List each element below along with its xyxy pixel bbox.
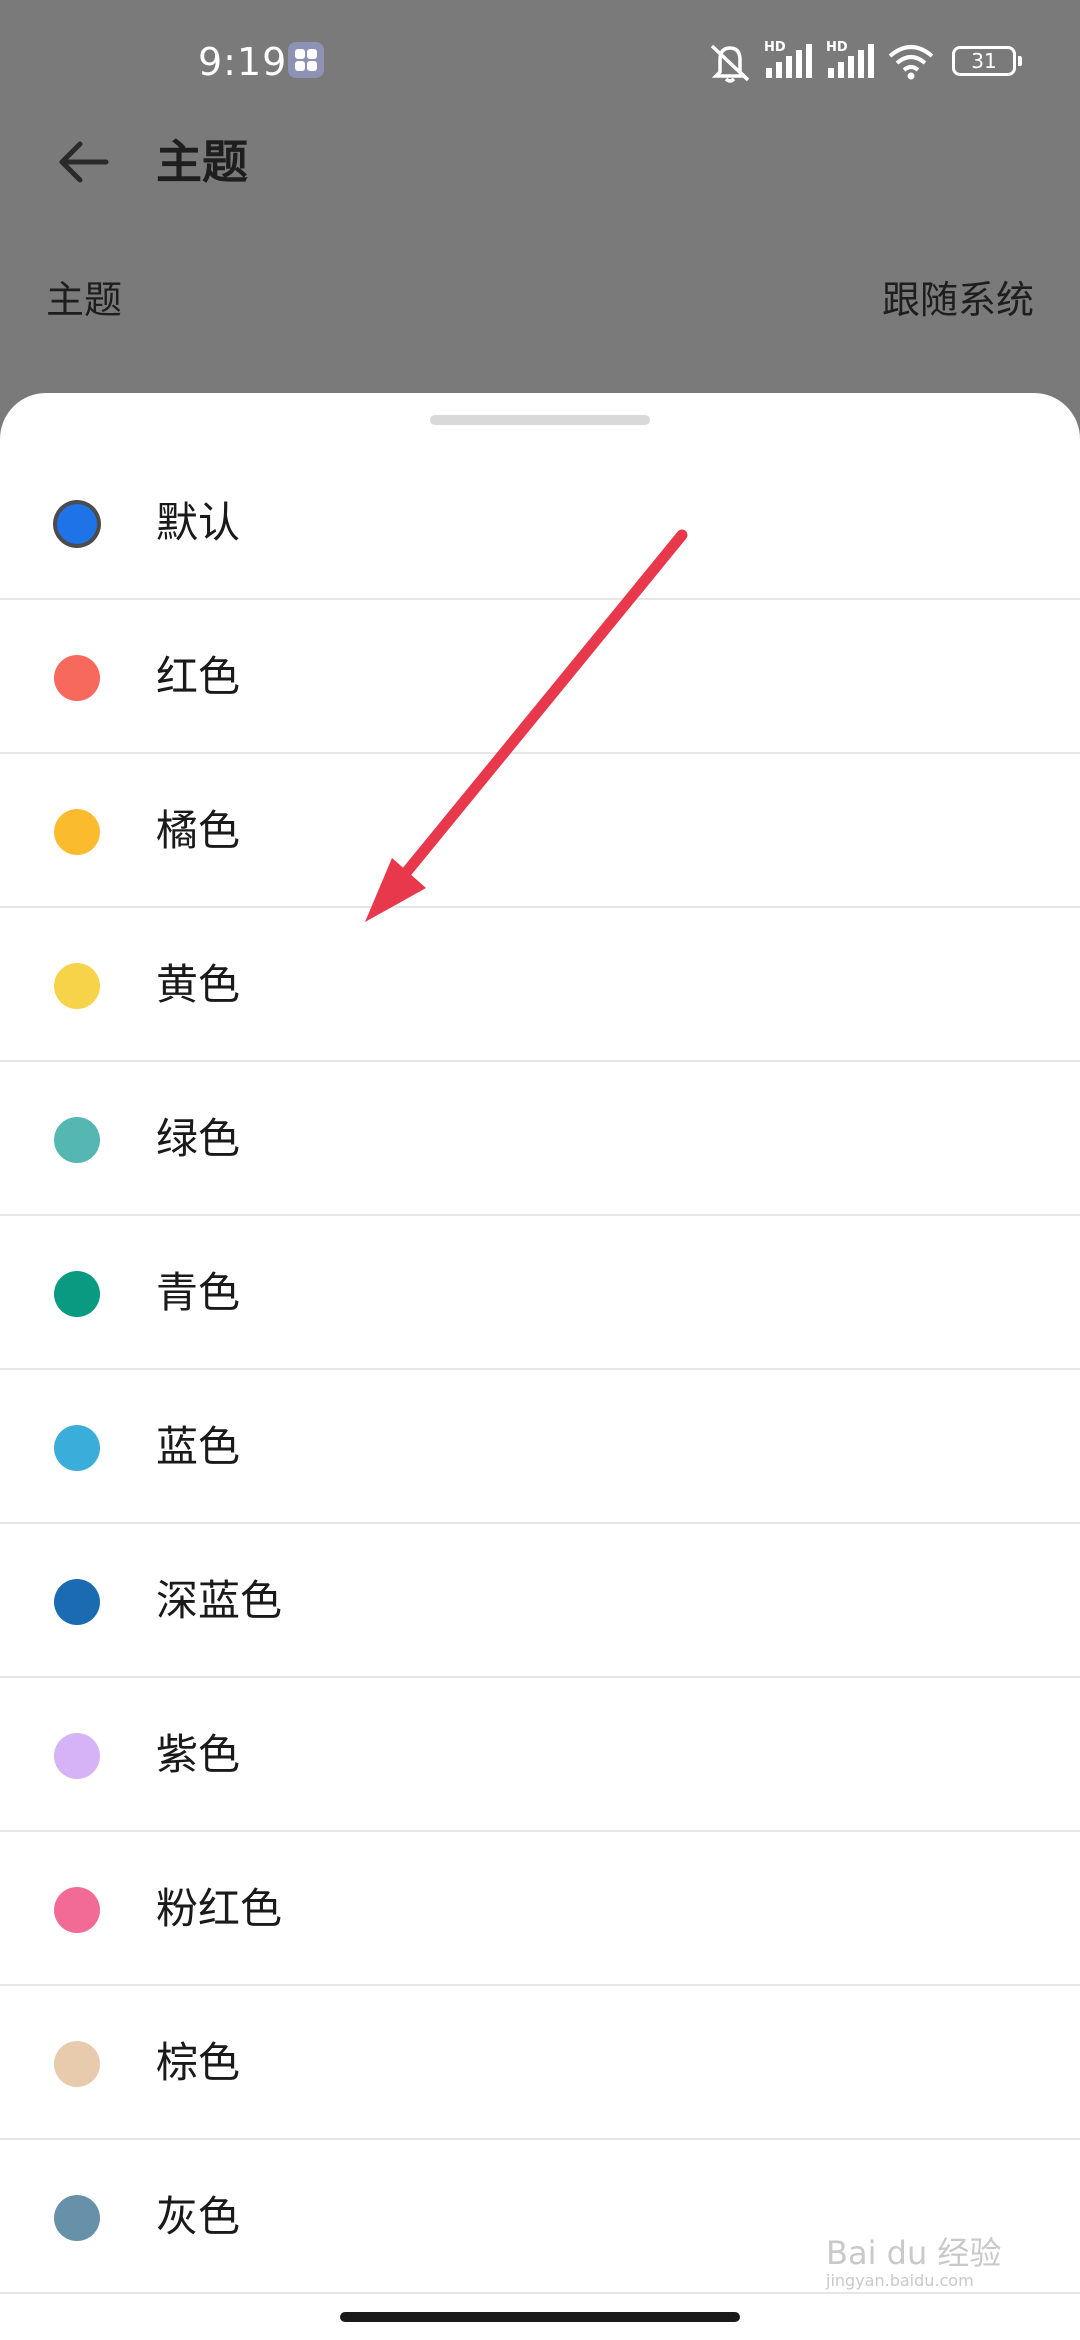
color-swatch-icon bbox=[54, 2041, 100, 2087]
theme-option-label: 红色 bbox=[156, 652, 241, 701]
theme-option-label: 橘色 bbox=[156, 806, 241, 855]
theme-option-item[interactable]: 深蓝色 bbox=[0, 1525, 1080, 1678]
theme-option-item[interactable]: 红色 bbox=[0, 601, 1080, 754]
color-swatch-icon bbox=[54, 2195, 100, 2241]
theme-option-item[interactable]: 黄色 bbox=[0, 909, 1080, 1062]
theme-option-item[interactable]: 青色 bbox=[0, 1217, 1080, 1370]
battery-icon: 31 bbox=[952, 46, 1022, 76]
theme-option-label: 灰色 bbox=[156, 2192, 241, 2241]
back-button[interactable] bbox=[52, 130, 116, 194]
app-badge-icon bbox=[288, 42, 324, 78]
status-time: 9:19 bbox=[198, 40, 288, 84]
hd-signal-icon: HD bbox=[764, 40, 812, 78]
color-swatch-icon bbox=[57, 504, 97, 544]
color-swatch-icon bbox=[54, 1117, 100, 1163]
theme-setting-label: 主题 bbox=[46, 278, 123, 322]
theme-option-item[interactable]: 紫色 bbox=[0, 1679, 1080, 1832]
battery-level: 31 bbox=[971, 49, 997, 73]
color-swatch-icon bbox=[54, 1579, 100, 1625]
theme-option-item[interactable]: 棕色 bbox=[0, 1987, 1080, 2140]
theme-option-label: 青色 bbox=[156, 1268, 241, 1317]
theme-option-item[interactable]: 橘色 bbox=[0, 755, 1080, 908]
arrow-left-icon bbox=[59, 141, 109, 183]
theme-option-label: 绿色 bbox=[156, 1114, 241, 1163]
theme-option-item[interactable]: 粉红色 bbox=[0, 1833, 1080, 1986]
color-swatch-icon bbox=[54, 1733, 100, 1779]
watermark-logo: Bai du 经验 jingyan.baidu.com bbox=[826, 2234, 1036, 2304]
theme-option-label: 默认 bbox=[156, 498, 241, 547]
hd-signal-icon: HD bbox=[826, 40, 874, 78]
color-swatch-icon bbox=[54, 1887, 100, 1933]
theme-option-item[interactable]: 绿色 bbox=[0, 1063, 1080, 1216]
svg-text:HD: HD bbox=[764, 40, 786, 55]
color-swatch-icon bbox=[54, 655, 100, 701]
theme-setting-value: 跟随系统 bbox=[881, 278, 1034, 322]
theme-option-label: 棕色 bbox=[156, 2038, 241, 2087]
theme-option-label: 紫色 bbox=[156, 1730, 241, 1779]
theme-option-item[interactable]: 蓝色 bbox=[0, 1371, 1080, 1524]
home-indicator[interactable] bbox=[340, 2312, 740, 2322]
sheet-drag-handle[interactable] bbox=[430, 415, 650, 425]
wifi-icon bbox=[888, 45, 934, 80]
color-swatch-icon bbox=[54, 809, 100, 855]
color-swatch-icon bbox=[54, 963, 100, 1009]
page-title: 主题 bbox=[156, 135, 248, 189]
theme-option-label: 黄色 bbox=[156, 960, 241, 1009]
status-bar: 9:19 HD HD 31 bbox=[0, 0, 1080, 124]
theme-option-label: 蓝色 bbox=[156, 1422, 241, 1471]
watermark-text: Bai du 经验 bbox=[826, 2234, 1002, 2272]
theme-option-label: 粉红色 bbox=[156, 1884, 283, 1933]
mute-bell-icon bbox=[710, 44, 750, 83]
theme-option-item[interactable]: 默认 bbox=[0, 447, 1080, 600]
svg-text:HD: HD bbox=[826, 40, 848, 55]
theme-option-label: 深蓝色 bbox=[156, 1576, 283, 1625]
color-swatch-icon bbox=[54, 1425, 100, 1471]
color-swatch-icon bbox=[54, 1271, 100, 1317]
watermark-subtext: jingyan.baidu.com bbox=[826, 2271, 974, 2290]
